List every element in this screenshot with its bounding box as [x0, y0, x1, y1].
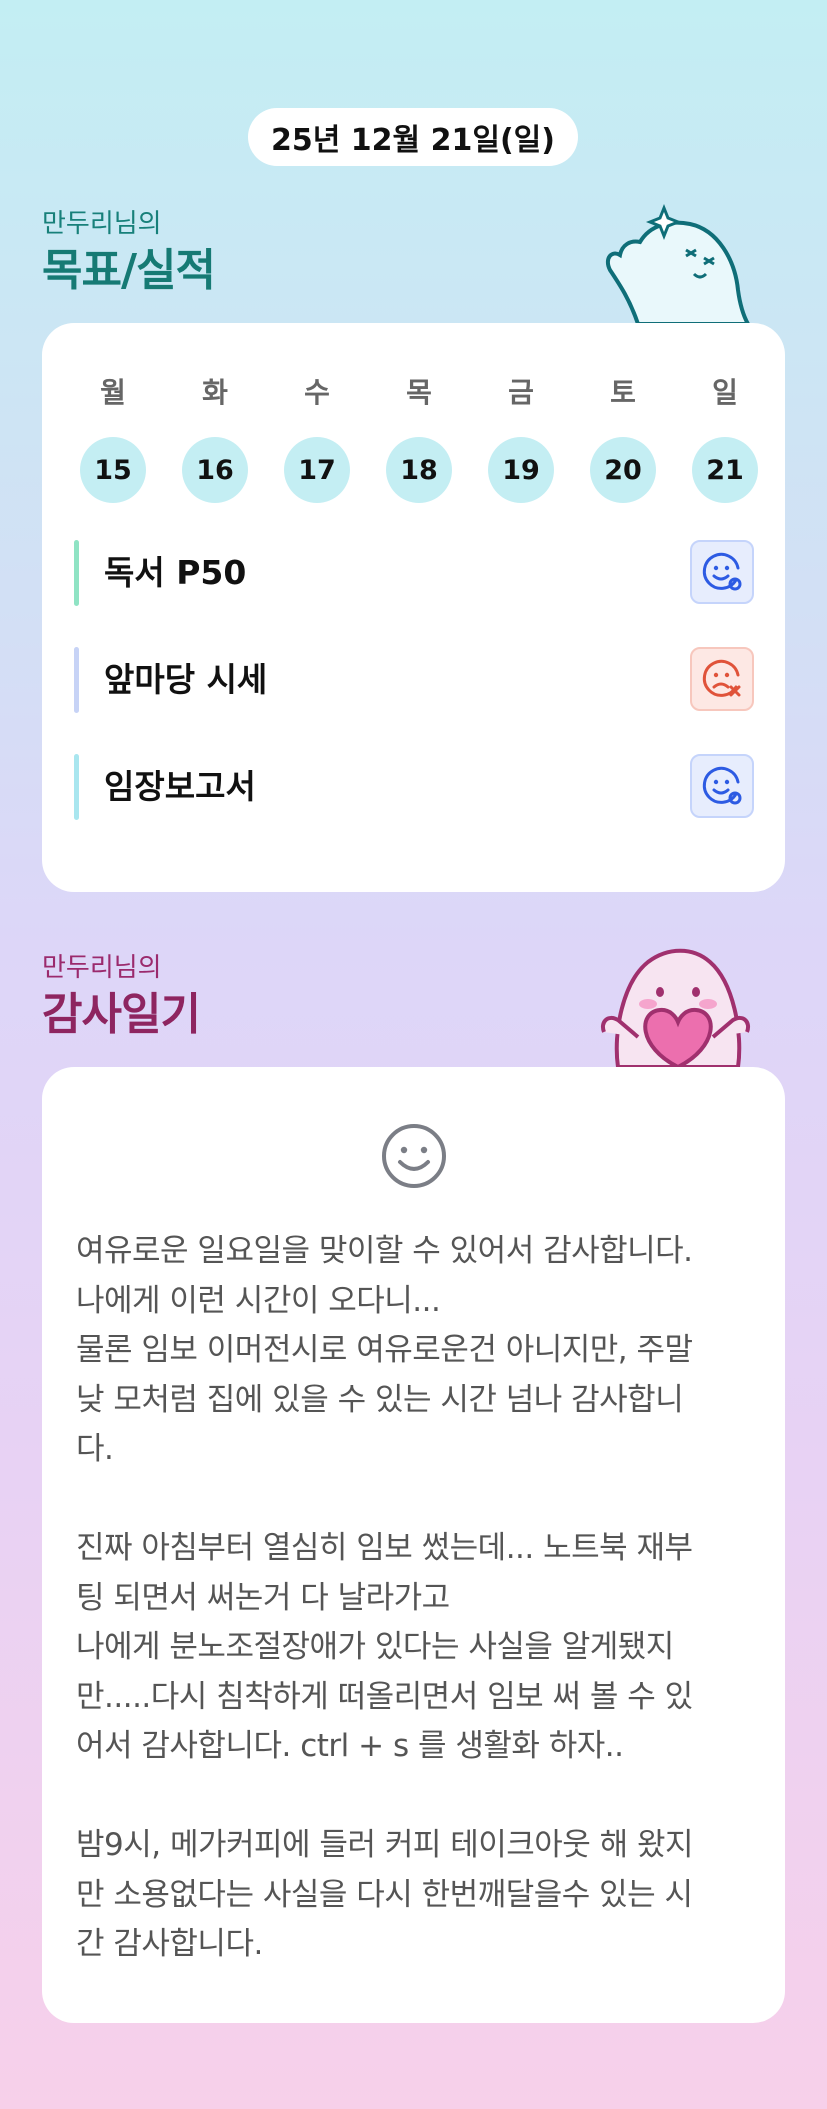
day-tue[interactable]: 화 16 [180, 373, 250, 503]
day-sat[interactable]: 토 20 [588, 373, 658, 503]
day-date: 18 [386, 437, 452, 503]
goal-item[interactable]: 앞마당 시세 [74, 645, 754, 715]
thanks-card: 여유로운 일요일을 맞이할 수 있어서 감사합니다. 나에게 이런 시간이 오다… [42, 1067, 785, 2023]
date-pill[interactable]: 25년 12월 21일(일) [248, 108, 578, 166]
day-date: 19 [488, 437, 554, 503]
day-fri[interactable]: 금 19 [486, 373, 556, 503]
smile-icon [382, 1124, 446, 1188]
day-date: 21 [692, 437, 758, 503]
day-name: 화 [202, 376, 228, 409]
day-name: 수 [304, 376, 330, 409]
goal-accent-bar [74, 647, 79, 713]
goal-item[interactable]: 임장보고서 [74, 752, 754, 822]
day-wed[interactable]: 수 17 [282, 373, 352, 503]
goal-label: 임장보고서 [104, 767, 256, 806]
mascot-heart-illustration [601, 948, 750, 1067]
achieved-badge[interactable] [690, 540, 754, 604]
day-date: 17 [284, 437, 350, 503]
not-achieved-badge[interactable] [690, 647, 754, 711]
goal-item[interactable]: 독서 P50 [74, 538, 754, 608]
thanks-title: 감사일기 [42, 989, 201, 1040]
day-name: 금 [508, 376, 534, 409]
achieved-badge[interactable] [690, 754, 754, 818]
sad-x-icon [702, 659, 741, 697]
goal-label: 독서 P50 [104, 553, 247, 592]
goals-title: 목표/실적 [42, 245, 216, 296]
mascot-goal-illustration [605, 203, 750, 324]
goal-accent-bar [74, 754, 79, 820]
thanks-body: 여유로운 일요일을 맞이할 수 있어서 감사합니다. 나에게 이런 시간이 오다… [76, 1233, 694, 1962]
day-date: 16 [182, 437, 248, 503]
day-thu[interactable]: 목 18 [384, 373, 454, 503]
day-name: 목 [406, 376, 432, 409]
smile-check-icon [702, 766, 742, 805]
goal-label: 앞마당 시세 [104, 660, 268, 699]
goals-card: 월 15 화 16 수 17 목 18 금 19 토 20 일 21 독서 P5… [42, 323, 785, 892]
smile-check-icon [702, 552, 742, 591]
day-name: 월 [100, 376, 126, 409]
goal-accent-bar [74, 540, 79, 606]
day-mon[interactable]: 월 15 [78, 373, 148, 503]
day-date: 15 [80, 437, 146, 503]
day-name: 일 [712, 376, 738, 409]
day-name: 토 [610, 376, 636, 409]
day-date: 20 [590, 437, 656, 503]
date-label: 25년 12월 21일(일) [271, 123, 555, 158]
week-selector: 월 15 화 16 수 17 목 18 금 19 토 20 일 21 [42, 373, 785, 503]
day-sun[interactable]: 일 21 [690, 373, 760, 503]
